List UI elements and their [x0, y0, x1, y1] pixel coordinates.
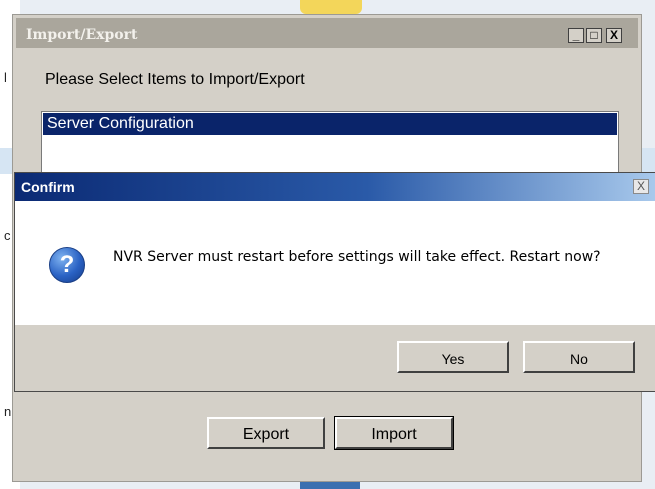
background-text: c — [4, 228, 11, 243]
window-title: Import/Export — [26, 27, 138, 43]
maximize-button[interactable]: □ — [586, 28, 602, 43]
background-text: n — [4, 404, 12, 419]
prompt-label: Please Select Items to Import/Export — [45, 71, 305, 88]
import-export-titlebar[interactable]: Import/Export _ □ X — [16, 18, 638, 48]
dialog-title: Confirm — [21, 179, 75, 195]
question-icon: ? — [49, 247, 85, 283]
dialog-close-button[interactable]: X — [633, 179, 649, 194]
list-item[interactable]: Server Configuration — [43, 113, 617, 135]
minimize-button[interactable]: _ — [568, 28, 584, 43]
close-button[interactable]: X — [606, 28, 622, 43]
import-button[interactable]: Import — [334, 416, 454, 450]
confirm-message: NVR Server must restart before settings … — [113, 249, 601, 265]
confirm-dialog: Confirm X ? NVR Server must restart befo… — [14, 172, 655, 392]
confirm-titlebar[interactable]: Confirm X — [15, 173, 655, 201]
items-listbox[interactable]: Server Configuration — [41, 111, 619, 175]
yes-button[interactable]: Yes — [397, 341, 509, 373]
background-app-icon — [300, 0, 362, 14]
export-button[interactable]: Export — [207, 417, 325, 449]
no-button[interactable]: No — [523, 341, 635, 373]
background-text: l — [4, 70, 7, 85]
